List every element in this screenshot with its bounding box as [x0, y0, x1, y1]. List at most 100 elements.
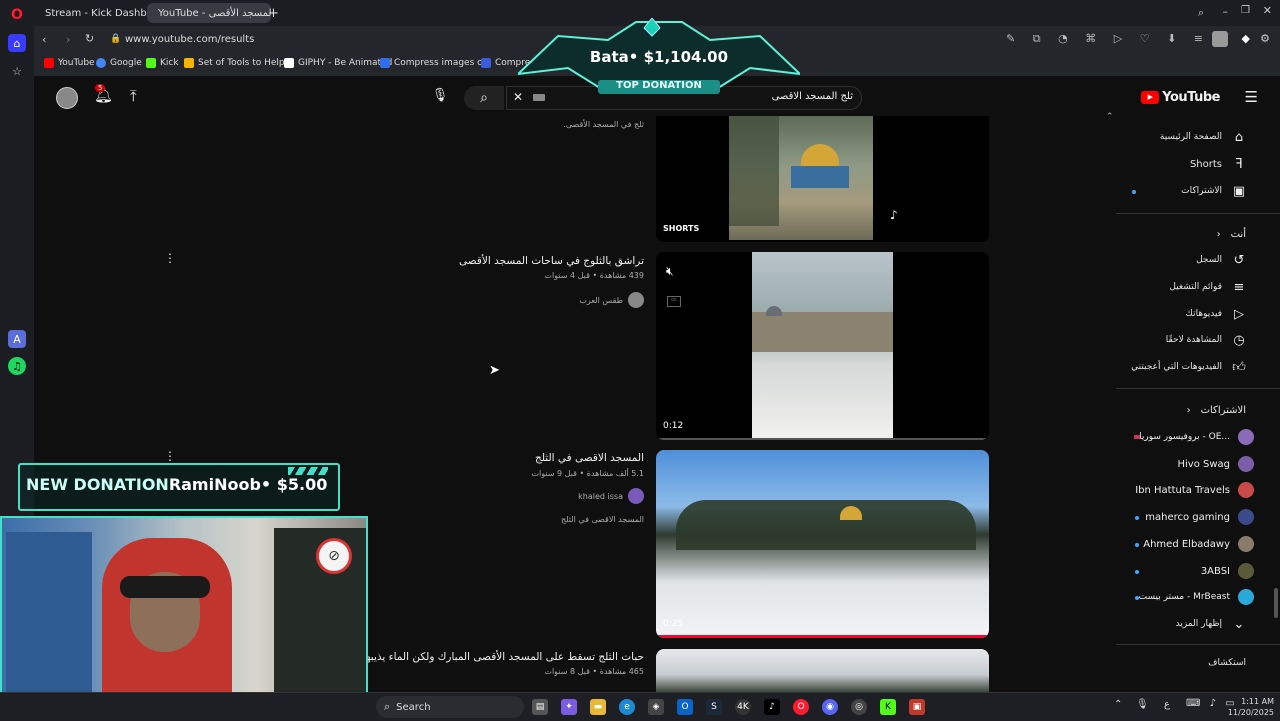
- upload-icon[interactable]: ⤒: [130, 87, 137, 105]
- top-donation-text: Bata• $1,104.00: [578, 48, 740, 66]
- forward-icon[interactable]: ›: [66, 33, 70, 46]
- video-thumbnail[interactable]: SHORTS ♪: [656, 116, 989, 242]
- address-toolbar-icons[interactable]: ✎ ⧉ ◔ ⌘ ▷ ♡ ⬇ ≡: [1006, 32, 1210, 46]
- mic-tray-icon[interactable]: 🎙︎: [1136, 699, 1149, 710]
- more-options-icon[interactable]: ⋮: [164, 251, 176, 265]
- video-title[interactable]: المسجد الاقصى في الثلج: [535, 452, 644, 464]
- sidebar-subs-header[interactable]: الاشتراكات ‹: [1187, 398, 1246, 422]
- new-content-dot: [1135, 543, 1139, 547]
- sidebar-item-liked[interactable]: 👍︎ الفيديوهات التي أعجبتني: [1131, 355, 1246, 379]
- profile-avatar[interactable]: [1212, 31, 1228, 47]
- new-tab-icon[interactable]: +: [262, 3, 288, 23]
- bookmark-google[interactable]: Google: [96, 58, 142, 68]
- kick-app-icon[interactable]: K: [880, 699, 896, 715]
- dome-shape: [766, 306, 782, 316]
- progress-bar[interactable]: [656, 438, 989, 440]
- subscription-item[interactable]: بروفيسور سوريا - OE...: [1139, 426, 1254, 448]
- copilot-icon[interactable]: ✦: [561, 699, 577, 715]
- video-thumbnail[interactable]: [656, 649, 989, 692]
- sidebar-label: المشاهدة لاحقًا: [1165, 335, 1222, 345]
- steam-icon[interactable]: S: [706, 699, 722, 715]
- spotify-icon[interactable]: ♫: [8, 357, 26, 375]
- channel-name: maherco gaming: [1145, 511, 1230, 523]
- bookmark-youtube[interactable]: YouTube: [44, 58, 95, 68]
- account-avatar[interactable]: [56, 87, 78, 109]
- settings-icon[interactable]: ⚙: [1260, 32, 1270, 45]
- thumbs-up-icon: 👍︎: [1232, 359, 1246, 375]
- discord-icon[interactable]: ◉: [822, 699, 838, 715]
- sidebar-you-header[interactable]: أنت ‹: [1217, 222, 1246, 246]
- sidebar-scrollbar[interactable]: [1274, 588, 1278, 618]
- menu-icon[interactable]: ☰: [1245, 88, 1258, 106]
- donation-amount: $1,104.00: [643, 48, 729, 66]
- task-view-icon[interactable]: ▤: [532, 699, 548, 715]
- tiktok-icon[interactable]: ♪: [764, 699, 780, 715]
- reload-icon[interactable]: ↻: [85, 32, 94, 45]
- mic-icon[interactable]: 🎙︎: [430, 88, 450, 108]
- sidebar-item-home[interactable]: ⌂ الصفحة الرئيسية: [1160, 125, 1246, 149]
- captions-icon[interactable]: cc: [667, 296, 681, 307]
- channel-avatar: [1238, 509, 1254, 525]
- bookmark-tools[interactable]: Set of Tools to Help...: [184, 58, 293, 68]
- video-thumbnail[interactable]: 0:25: [656, 450, 989, 638]
- video-thumbnail[interactable]: 🔇︎ cc 0:12: [656, 252, 989, 440]
- app-icon[interactable]: ▣: [909, 699, 925, 715]
- search-icon[interactable]: ⌕: [464, 86, 504, 110]
- channel-avatar: [628, 488, 644, 504]
- star-icon[interactable]: ☆: [8, 62, 26, 80]
- extension-icon[interactable]: ◆: [1242, 32, 1250, 45]
- sidebar-item-playlists[interactable]: ≡ قوائم التشغيل: [1169, 275, 1246, 299]
- file-explorer-icon[interactable]: ▬: [590, 699, 606, 715]
- sidebar-item-shorts[interactable]: ꟻ Shorts: [1190, 152, 1246, 176]
- language-indicator[interactable]: ع: [1164, 699, 1170, 710]
- duration-badge: 0:12: [663, 421, 684, 431]
- donation-amount: $5.00: [276, 475, 328, 494]
- tab-kick[interactable]: Stream - Kick Dashboard: [34, 3, 154, 23]
- youtube-logo[interactable]: ▶ YouTube: [1141, 90, 1220, 105]
- outlook-icon[interactable]: O: [677, 699, 693, 715]
- subscription-item[interactable]: Ibn Hattuta Travels: [1135, 479, 1254, 501]
- top-donation-label: TOP DONATION: [616, 80, 702, 91]
- bookmark-compress[interactable]: Compress images o...: [380, 58, 491, 68]
- tab-youtube[interactable]: (3) ثلج المسجد الأقصى - YouTube: [147, 3, 271, 23]
- edge-icon[interactable]: e: [619, 699, 635, 715]
- opera-logo-icon[interactable]: O: [8, 6, 26, 24]
- url-field[interactable]: www.youtube.com/results: [125, 34, 254, 45]
- bookmark-giphy[interactable]: GIPHY - Be Animated: [284, 58, 392, 68]
- opera-icon[interactable]: O: [793, 699, 809, 715]
- 4k-app-icon[interactable]: 4K: [735, 699, 751, 715]
- subscription-item[interactable]: Ahmed Elbadawy: [1143, 533, 1254, 555]
- kick-icon: [146, 58, 156, 68]
- sidebar-item-history[interactable]: ↺ السجل: [1196, 248, 1246, 272]
- show-more-button[interactable]: ⌄ إظهار المزيد: [1176, 612, 1246, 636]
- divider: [1116, 213, 1280, 214]
- mute-icon[interactable]: 🔇︎: [666, 264, 674, 279]
- video-title[interactable]: تراشق بالثلوج في ساحات المسجد الأقصى: [459, 255, 644, 267]
- store-icon[interactable]: ◈: [648, 699, 664, 715]
- channel-row[interactable]: طقس العرب: [579, 292, 644, 308]
- tray-expand-icon[interactable]: ⌃: [1114, 699, 1122, 710]
- trees-shape: [676, 500, 976, 550]
- home-icon[interactable]: ⌂: [8, 34, 26, 52]
- maximize-icon[interactable]: ❐: [1241, 5, 1250, 16]
- taskbar-search[interactable]: ⌕ Search: [376, 696, 524, 718]
- channel-row[interactable]: khaled issa: [578, 488, 644, 504]
- subscription-item[interactable]: مستر بيست - MrBeast: [1139, 586, 1254, 608]
- back-icon[interactable]: ‹: [42, 33, 46, 46]
- aria-icon[interactable]: A: [8, 330, 26, 348]
- sidebar-item-your-videos[interactable]: ▷ فيديوهاتك: [1186, 302, 1246, 326]
- video-title[interactable]: حبات الثلج تسقط على المسجد الأقصى المبار…: [363, 651, 644, 663]
- top-donation-overlay: Bata• $1,104.00 TOP DONATION: [518, 18, 800, 96]
- sidebar-item-subscriptions[interactable]: ▣ الاشتراكات: [1181, 179, 1246, 203]
- clock[interactable]: 1:11 AM 11/20/2025: [1226, 696, 1274, 718]
- minimize-icon[interactable]: –: [1223, 5, 1229, 18]
- subscription-item[interactable]: Hivo Swag: [1177, 453, 1254, 475]
- sidebar-item-watch-later[interactable]: ◷ المشاهدة لاحقًا: [1166, 328, 1246, 352]
- obs-icon[interactable]: ◎: [851, 699, 867, 715]
- subscription-item[interactable]: 3ABSI: [1201, 560, 1254, 582]
- subscription-item[interactable]: maherco gaming: [1145, 506, 1254, 528]
- close-window-icon[interactable]: ✕: [1263, 4, 1272, 17]
- more-options-icon[interactable]: ⋮: [164, 449, 176, 463]
- bookmark-kick[interactable]: Kick: [146, 58, 179, 68]
- search-tabs-icon[interactable]: ⌕: [1198, 6, 1204, 20]
